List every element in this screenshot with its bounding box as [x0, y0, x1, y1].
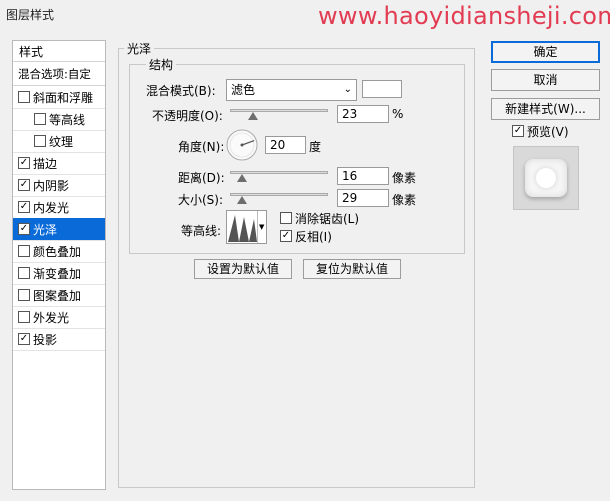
style-item[interactable]: 斜面和浮雕 [13, 86, 105, 109]
contour-picker[interactable]: ▼ [226, 210, 267, 244]
ok-button[interactable]: 确定 [491, 41, 600, 63]
style-item-label: 光泽 [33, 223, 58, 237]
new-style-button[interactable]: 新建样式(W)... [491, 98, 600, 120]
style-item-label: 等高线 [49, 113, 86, 127]
styles-list: 样式 混合选项:自定 斜面和浮雕 等高线 纹理 ✓ 描边 ✓ 内阴影 ✓ 内发光 ✓ 光泽 颜色叠加渐… [12, 40, 106, 490]
distance-input[interactable]: 16 [337, 167, 389, 185]
blend-mode-select[interactable]: 滤色 ⌄ [226, 79, 357, 101]
blend-options-item[interactable]: 混合选项:自定 [13, 63, 105, 86]
contour-curve-icon [228, 215, 257, 242]
style-item[interactable]: 渐变叠加 [13, 262, 105, 285]
watermark-text: www.haoyidiansheji.com [318, 2, 610, 30]
angle-dial[interactable] [226, 129, 258, 161]
styles-header-label: 样式 [19, 45, 44, 59]
style-item-checkbox[interactable] [18, 91, 30, 103]
style-item[interactable]: 颜色叠加 [13, 240, 105, 263]
window-title: 图层样式 [6, 8, 55, 22]
style-item[interactable]: ✓ 光泽 [13, 218, 105, 241]
style-item-label: 内阴影 [33, 179, 70, 193]
reset-default-button[interactable]: 复位为默认值 [303, 259, 401, 279]
style-item-label: 内发光 [33, 201, 70, 215]
preview-label: 预览(V) [527, 125, 569, 139]
preview-checkbox-box[interactable]: ✓ [512, 125, 524, 137]
set-default-button[interactable]: 设置为默认值 [194, 259, 292, 279]
opacity-slider-track[interactable] [230, 109, 328, 112]
style-item-checkbox[interactable] [34, 113, 46, 125]
style-item[interactable]: ✓ 投影 [13, 328, 105, 351]
chevron-down-icon: ⌄ [343, 84, 352, 95]
satin-group-title: 光泽 [124, 40, 155, 57]
style-item[interactable]: 图案叠加 [13, 284, 105, 307]
structure-group-title: 结构 [146, 56, 177, 73]
size-label: 大小(S): [178, 193, 224, 207]
contour-dropdown[interactable]: ▼ [257, 211, 266, 243]
blend-mode-value: 滤色 [231, 83, 256, 97]
distance-slider-thumb[interactable] [236, 174, 247, 182]
style-item[interactable]: 等高线 [13, 108, 105, 131]
distance-unit: 像素 [392, 171, 417, 185]
style-item-label: 纹理 [49, 135, 74, 149]
style-item-label: 外发光 [33, 311, 70, 325]
style-item-checkbox[interactable]: ✓ [18, 201, 30, 213]
style-item[interactable]: ✓ 内发光 [13, 196, 105, 219]
contour-label: 等高线: [181, 224, 222, 238]
blend-options-label: 混合选项:自定 [18, 67, 91, 81]
opacity-input[interactable]: 23 [337, 105, 389, 123]
style-item[interactable]: ✓ 内阴影 [13, 174, 105, 197]
size-slider-thumb[interactable] [236, 196, 247, 204]
style-item-label: 投影 [33, 333, 58, 347]
distance-label: 距离(D): [178, 171, 225, 185]
cancel-button[interactable]: 取消 [491, 69, 600, 91]
size-unit: 像素 [392, 193, 417, 207]
preview-shape [525, 159, 567, 197]
antialias-checkbox-box[interactable] [280, 212, 292, 224]
opacity-unit: % [392, 107, 404, 121]
style-preview-thumbnail [513, 146, 579, 210]
blend-mode-label: 混合模式(B): [146, 84, 216, 98]
style-item-checkbox[interactable] [34, 135, 46, 147]
opacity-label: 不透明度(O): [152, 109, 223, 123]
angle-label: 角度(N): [178, 140, 225, 154]
style-item[interactable]: 纹理 [13, 130, 105, 153]
style-item-checkbox[interactable]: ✓ [18, 223, 30, 235]
style-item-checkbox[interactable] [18, 311, 30, 323]
style-item-checkbox[interactable] [18, 267, 30, 279]
style-item-checkbox[interactable] [18, 245, 30, 257]
style-item-checkbox[interactable] [18, 289, 30, 301]
opacity-slider-thumb[interactable] [247, 112, 258, 120]
style-item-label: 颜色叠加 [33, 245, 82, 259]
styles-header[interactable]: 样式 [13, 41, 105, 62]
invert-label: 反相(I) [295, 230, 332, 244]
style-item[interactable]: ✓ 描边 [13, 152, 105, 175]
angle-unit: 度 [309, 140, 322, 154]
style-item-checkbox[interactable]: ✓ [18, 333, 30, 345]
style-item-checkbox[interactable]: ✓ [18, 179, 30, 191]
size-input[interactable]: 29 [337, 189, 389, 207]
style-item-label: 渐变叠加 [33, 267, 82, 281]
style-item-checkbox[interactable]: ✓ [18, 157, 30, 169]
invert-checkbox-box[interactable]: ✓ [280, 230, 292, 242]
caret-down-icon: ▼ [259, 223, 265, 231]
style-item-label: 描边 [33, 157, 58, 171]
style-item-label: 斜面和浮雕 [33, 91, 94, 105]
antialias-label: 消除锯齿(L) [295, 212, 360, 226]
blend-color-swatch[interactable] [362, 80, 402, 98]
angle-input[interactable]: 20 [265, 136, 306, 154]
style-item[interactable]: 外发光 [13, 306, 105, 329]
style-item-label: 图案叠加 [33, 289, 82, 303]
